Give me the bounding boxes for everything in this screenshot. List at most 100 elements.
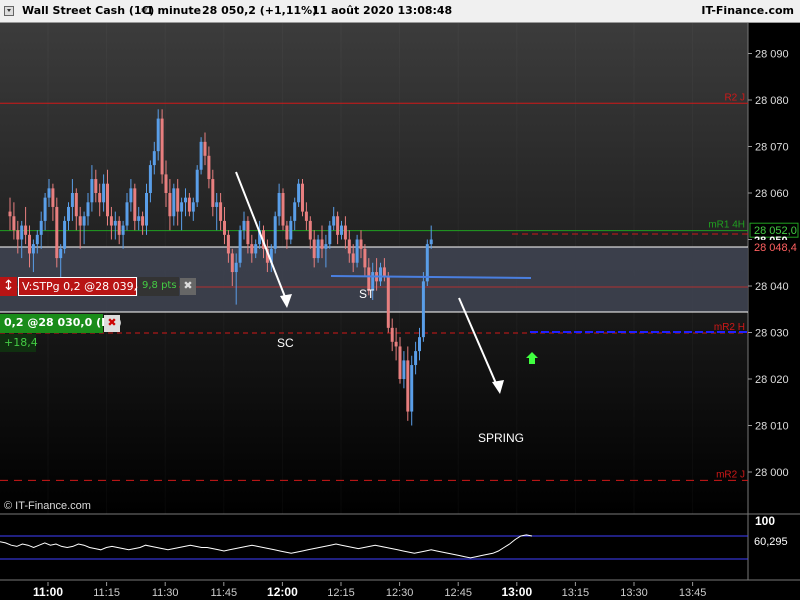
candle-body	[351, 253, 355, 263]
chart-menu-icon[interactable]	[4, 6, 14, 16]
candle-body	[148, 165, 152, 193]
candle-body	[215, 202, 219, 207]
candle-body	[39, 220, 43, 235]
candle-body	[254, 244, 258, 254]
y-tick-label: 28 000	[755, 467, 789, 479]
y-tick-label: 28 060	[755, 188, 789, 200]
stop-order-handle[interactable]: ↕	[0, 277, 17, 296]
mr1h-level-label: mR1 4H	[708, 220, 745, 231]
candle-body	[145, 193, 148, 226]
mr2j-level-label: mR2 J	[716, 469, 745, 480]
candle-body	[425, 244, 429, 282]
candle-body	[226, 234, 230, 254]
candle-body	[406, 360, 410, 412]
candle-body	[176, 188, 180, 212]
candle-body	[359, 239, 363, 249]
price-chart: R2 JmR1 4HmR2 HmR2 J SCSTSPRING 10060,29…	[0, 22, 800, 600]
candle-body	[223, 220, 226, 235]
stop-order-close-icon[interactable]: ✖	[180, 278, 196, 295]
candle-body	[316, 239, 320, 259]
candle-body	[168, 193, 172, 217]
candle-body	[184, 197, 187, 203]
spring-label: SPRING	[478, 431, 524, 445]
timeframe[interactable]: 1 minute	[146, 4, 201, 17]
candle-body	[293, 202, 297, 221]
candle-body	[156, 118, 160, 152]
candle-body	[28, 234, 31, 254]
candle-body	[94, 179, 98, 193]
candle-body	[8, 211, 12, 217]
candle-body	[312, 239, 316, 259]
y-tick-label: 28 080	[755, 95, 789, 107]
x-tick-label: 12:15	[327, 587, 355, 599]
candle-body	[12, 216, 16, 231]
x-tick-label: 11:45	[210, 587, 237, 599]
y-tick-label: 28 070	[755, 142, 789, 154]
candle-body	[207, 155, 211, 180]
candle-body	[340, 225, 343, 235]
candle-body	[390, 327, 394, 342]
candle-body	[67, 206, 70, 221]
instrument-name: Wall Street Cash (1€)	[22, 4, 155, 17]
position-label[interactable]: 0,2 @28 030,0 (RL)	[0, 314, 122, 333]
candle-body	[86, 202, 90, 217]
candle-body	[74, 193, 78, 217]
stop-order-label[interactable]: V:STPg 0,2 @28 039,8	[18, 277, 144, 296]
candle-body	[125, 202, 129, 226]
candle-body	[59, 248, 63, 259]
candle-body	[394, 341, 398, 347]
candle-body	[211, 179, 215, 207]
candle-body	[31, 244, 35, 254]
candle-body	[180, 202, 184, 212]
position-close-icon[interactable]: ✖	[104, 315, 120, 332]
candle-body	[386, 276, 390, 328]
candle-body	[418, 337, 421, 352]
candle-body	[343, 225, 347, 240]
candle-body	[191, 202, 195, 212]
candle-body	[277, 193, 281, 217]
site-name: IT-Finance.com	[701, 4, 794, 17]
candle-body	[332, 216, 336, 226]
candle-body	[379, 267, 382, 282]
candle-body	[414, 351, 418, 366]
candle-body	[106, 183, 109, 217]
candle-body	[141, 216, 145, 226]
sc-label: SC	[277, 336, 294, 350]
x-tick-label: 12:45	[444, 587, 472, 599]
candle-body	[109, 216, 113, 226]
y-tick-label: 28 010	[755, 421, 789, 433]
candle-body	[43, 197, 47, 221]
osc-value: 60,295	[754, 536, 788, 548]
x-tick-label: 12:00	[267, 585, 298, 599]
candle-body	[234, 262, 238, 273]
candle-body	[281, 193, 285, 226]
bid-price-value: 28 048,4	[754, 242, 797, 254]
candle-body	[133, 188, 137, 221]
x-tick-label: 12:30	[386, 587, 414, 599]
candle-body	[297, 183, 301, 203]
st-label: ST	[359, 287, 375, 301]
y-tick-label: 28 030	[755, 328, 789, 340]
candle-body	[187, 197, 191, 212]
candle-body	[246, 220, 250, 245]
candle-body	[152, 151, 156, 166]
candle-body	[285, 225, 289, 240]
candle-body	[172, 188, 176, 217]
x-tick-label: 11:00	[33, 585, 63, 599]
candle-body	[203, 141, 207, 156]
candle-body	[410, 365, 414, 412]
candle-body	[16, 230, 20, 240]
y-tick-label: 28 040	[755, 281, 789, 293]
candle-body	[402, 360, 406, 379]
candle-body	[398, 346, 402, 379]
osc-label-100: 100	[755, 514, 775, 528]
x-tick-label: 13:15	[562, 587, 590, 599]
candle-body	[129, 188, 133, 203]
candle-body	[199, 141, 203, 170]
candle-body	[382, 267, 386, 277]
candle-body	[113, 220, 117, 226]
candle-body	[55, 206, 59, 259]
x-tick-label: 13:30	[620, 587, 648, 599]
x-tick-label: 11:30	[152, 587, 179, 599]
candle-body	[273, 216, 277, 249]
